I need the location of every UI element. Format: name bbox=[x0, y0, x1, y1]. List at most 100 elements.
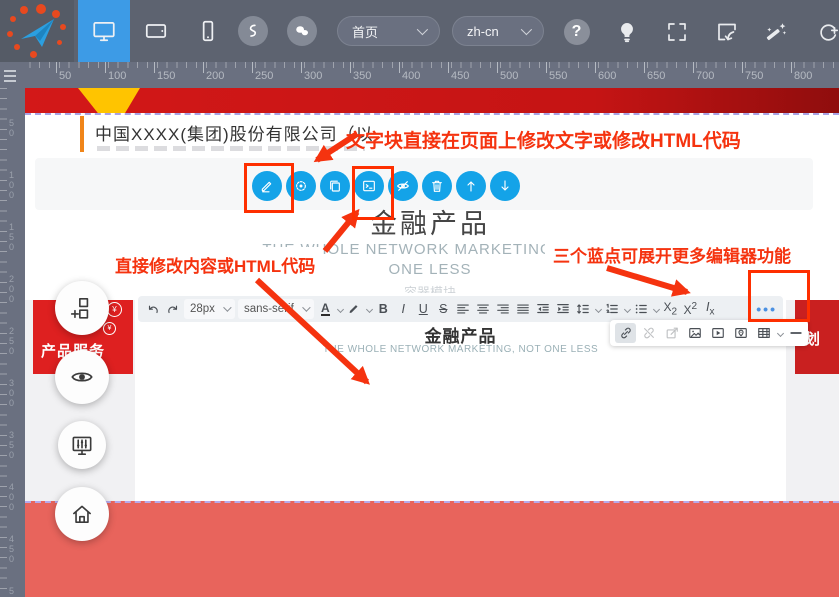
align-right-icon[interactable] bbox=[495, 299, 512, 319]
device-tabs bbox=[78, 0, 234, 62]
underline-icon[interactable]: U bbox=[415, 299, 432, 319]
table-icon[interactable] bbox=[753, 323, 783, 343]
help-icon[interactable]: ? bbox=[560, 15, 593, 48]
app-circles bbox=[238, 16, 317, 46]
add-module-icon[interactable] bbox=[55, 281, 109, 335]
top-toolbar: 首页 zh-cn ? bbox=[0, 0, 839, 62]
page-dropdown-value: 首页 bbox=[352, 22, 378, 41]
clear-format-icon[interactable]: Ix bbox=[702, 299, 719, 319]
company-title-text[interactable]: 中国XXXX(集团)股份有限公司（以 bbox=[95, 120, 374, 145]
ruler-tick: 2 0 0 bbox=[9, 274, 14, 304]
topbar-actions: ? bbox=[560, 15, 839, 48]
edit-link-icon[interactable] bbox=[661, 323, 682, 343]
hero-subtitle-line2: ONE LESS bbox=[388, 261, 471, 278]
ruler-tick: 100 bbox=[105, 62, 106, 73]
duplicate-icon[interactable] bbox=[320, 171, 350, 201]
magic-wand-icon[interactable] bbox=[760, 15, 793, 48]
ruler-tick: 50 bbox=[56, 62, 57, 73]
highlight-box-code bbox=[352, 166, 394, 220]
chevron-down-icon bbox=[417, 24, 428, 35]
delete-icon[interactable] bbox=[422, 171, 452, 201]
map-icon[interactable] bbox=[730, 323, 751, 343]
ruler-tick: 3 0 0 bbox=[9, 378, 14, 408]
font-color-icon[interactable]: A bbox=[317, 299, 343, 319]
ordered-list-icon[interactable] bbox=[604, 299, 630, 319]
logo-dot bbox=[57, 40, 62, 45]
hero-title[interactable]: 金融产品 bbox=[285, 202, 575, 241]
annotation-three-dots: 三个蓝点可展开更多编辑器功能 bbox=[545, 237, 799, 272]
import-template-icon[interactable] bbox=[710, 15, 743, 48]
align-left-icon[interactable] bbox=[455, 299, 472, 319]
ruler-tick: 3 5 0 bbox=[9, 430, 14, 460]
font-family-select[interactable]: sans-serif bbox=[238, 299, 314, 319]
wechat-icon[interactable] bbox=[287, 16, 317, 46]
language-dropdown-value: zh-cn bbox=[467, 24, 499, 39]
bold-icon[interactable]: B bbox=[375, 299, 392, 319]
ruler-tick: 4 5 0 bbox=[9, 534, 14, 564]
phone-icon[interactable] bbox=[182, 0, 234, 62]
font-size-value: 28px bbox=[190, 303, 215, 315]
redo-icon[interactable] bbox=[164, 299, 181, 319]
align-center-icon[interactable] bbox=[475, 299, 492, 319]
share-link-icon[interactable] bbox=[238, 16, 268, 46]
preview-icon[interactable] bbox=[55, 350, 109, 404]
image-icon[interactable] bbox=[684, 323, 705, 343]
ruler-tick: 800 bbox=[791, 62, 792, 73]
unordered-list-icon[interactable] bbox=[633, 299, 659, 319]
ruler-corner[interactable] bbox=[0, 62, 25, 88]
app-logo[interactable] bbox=[0, 0, 74, 62]
editor-toolbar-row2 bbox=[610, 320, 808, 346]
selection-dashed-line bbox=[25, 113, 839, 115]
indent-increase-icon[interactable] bbox=[555, 299, 572, 319]
banner-flag-shape bbox=[78, 88, 140, 113]
language-dropdown[interactable]: zh-cn bbox=[452, 16, 544, 46]
highlight-icon[interactable] bbox=[346, 299, 372, 319]
desktop-icon[interactable] bbox=[78, 0, 130, 62]
page-canvas[interactable]: 中国XXXX(集团)股份有限公司（以 文字块直接在页面上修改文字或修改HTML代… bbox=[25, 88, 839, 597]
ruler-tick: 4 0 0 bbox=[9, 482, 14, 512]
logo-dot bbox=[60, 24, 66, 30]
ruler-tick: 450 bbox=[448, 62, 449, 73]
ruler-tick: 5 0 0 bbox=[9, 586, 14, 597]
horizontal-rule-icon[interactable] bbox=[785, 323, 806, 343]
indent-decrease-icon[interactable] bbox=[535, 299, 552, 319]
link-icon[interactable] bbox=[615, 323, 636, 343]
ruler-horizontal: 0501001502002503003504004505005506006507… bbox=[0, 62, 839, 88]
logo-dot bbox=[7, 31, 13, 37]
chevron-down-icon bbox=[521, 24, 532, 35]
subscript-icon[interactable]: X2 bbox=[662, 299, 679, 319]
italic-icon[interactable]: I bbox=[395, 299, 412, 319]
title-accent-bar bbox=[80, 116, 84, 152]
move-down-icon[interactable] bbox=[490, 171, 520, 201]
faded-text-line bbox=[97, 146, 365, 151]
video-icon[interactable] bbox=[707, 323, 728, 343]
ruler-tick: 150 bbox=[154, 62, 155, 73]
richtext-editor[interactable]: 28px sans-serif ABIUS X2X2Ix ••• 金融产品 TH… bbox=[135, 293, 786, 501]
annotation-modify: 直接修改内容或HTML代码 bbox=[107, 247, 323, 282]
ruler-tick: 400 bbox=[399, 62, 400, 73]
chevron-down-icon bbox=[223, 303, 231, 311]
fullscreen-icon[interactable] bbox=[660, 15, 693, 48]
display-settings-icon[interactable] bbox=[58, 421, 106, 469]
site-header-banner bbox=[25, 88, 839, 113]
strikethrough-icon[interactable]: S bbox=[435, 299, 452, 319]
ruler-tick: 350 bbox=[350, 62, 351, 73]
move-up-icon[interactable] bbox=[456, 171, 486, 201]
unlink-icon[interactable] bbox=[638, 323, 659, 343]
ruler-tick: 250 bbox=[252, 62, 253, 73]
align-justify-icon[interactable] bbox=[515, 299, 532, 319]
home-icon[interactable] bbox=[55, 487, 109, 541]
font-size-select[interactable]: 28px bbox=[184, 299, 235, 319]
ruler-lines-icon bbox=[4, 70, 16, 72]
line-height-icon[interactable] bbox=[575, 299, 601, 319]
editor-app: 首页 zh-cn ? 05010015020025030035040045050… bbox=[0, 0, 839, 597]
paper-plane-icon bbox=[17, 12, 57, 52]
highlight-box-edit bbox=[244, 163, 294, 213]
coin-icon: ¥ bbox=[103, 322, 116, 335]
page-dropdown[interactable]: 首页 bbox=[337, 16, 440, 46]
superscript-icon[interactable]: X2 bbox=[682, 299, 699, 319]
zoom-plus-icon[interactable] bbox=[810, 15, 839, 48]
undo-icon[interactable] bbox=[144, 299, 161, 319]
lightbulb-icon[interactable] bbox=[610, 15, 643, 48]
tablet-icon[interactable] bbox=[130, 0, 182, 62]
